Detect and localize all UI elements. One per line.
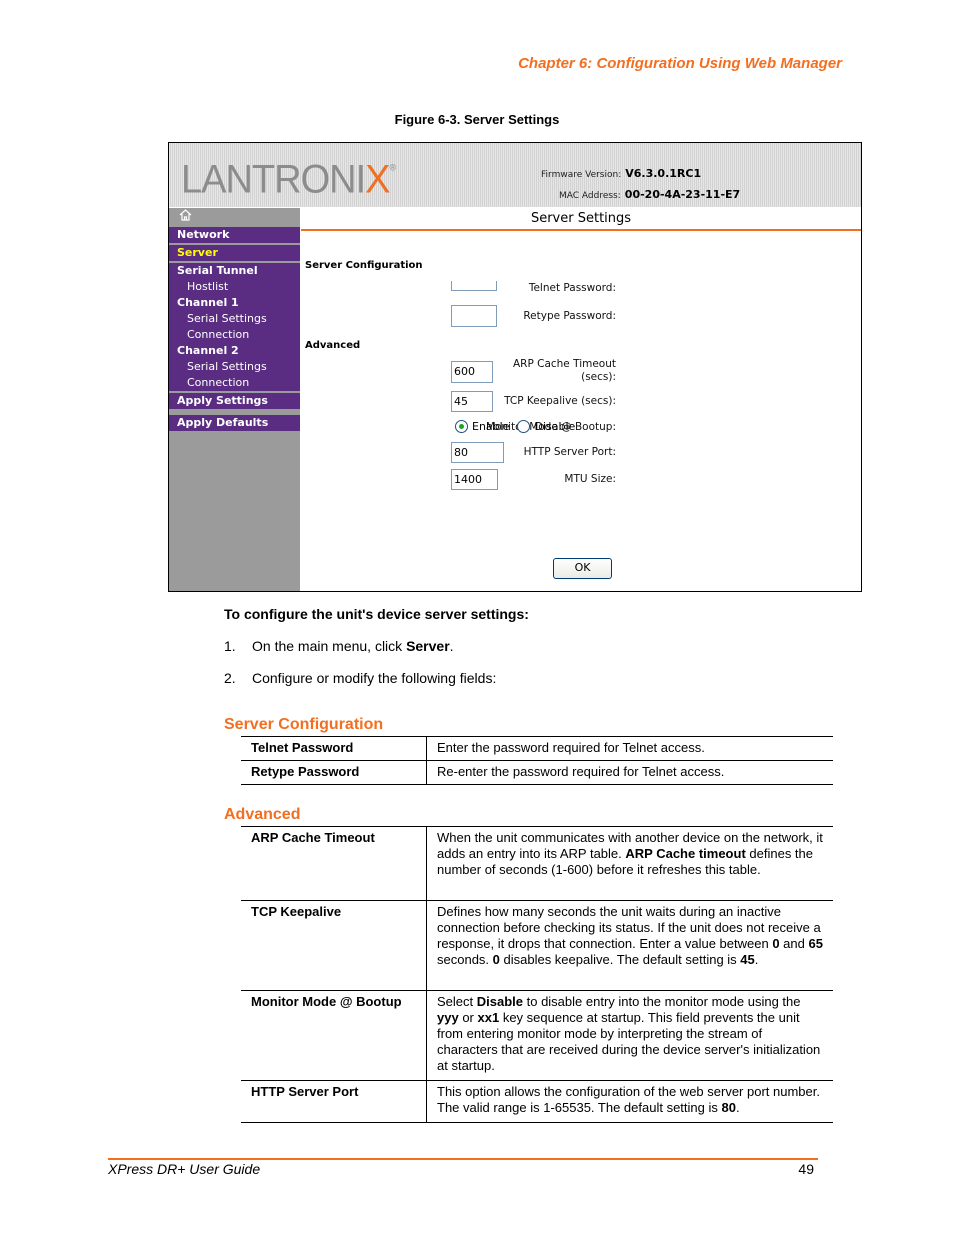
http-server-port-label: HTTP Server Port: xyxy=(523,446,616,458)
chapter-header: Chapter 6: Configuration Using Web Manag… xyxy=(518,55,842,72)
section-server-configuration: Server Configuration xyxy=(305,260,423,271)
server-configuration-heading: Server Configuration xyxy=(224,716,384,733)
field-name: TCP Keepalive xyxy=(241,900,427,991)
logo-text: LANTRONI xyxy=(181,157,366,203)
page-number: 49 xyxy=(798,1161,814,1177)
table-row: ARP Cache Timeout When the unit communic… xyxy=(241,826,833,901)
lantronix-logo: LANTRONIX® xyxy=(181,157,397,203)
nav-group-apply-defaults: Apply Defaults xyxy=(169,415,300,431)
step-2: 2. Configure or modify the following fiel… xyxy=(224,670,496,686)
footer-title: XPress DR+ User Guide xyxy=(108,1161,261,1177)
nav-serial-tunnel[interactable]: Serial Tunnel xyxy=(169,263,300,279)
firmware-value: V6.3.0.1RC1 xyxy=(625,167,702,180)
firmware-version: Firmware Version: V6.3.0.1RC1 xyxy=(541,167,701,180)
arp-cache-timeout-label: ARP Cache Timeout (secs): xyxy=(513,358,616,384)
retype-password-label: Retype Password: xyxy=(523,310,616,322)
main-panel: Server Settings Server Configuration Tel… xyxy=(301,208,861,591)
telnet-password-label: Telnet Password: xyxy=(528,282,616,294)
nav-ch2-serial-settings[interactable]: Serial Settings xyxy=(169,359,300,375)
step-1: 1. On the main menu, click Server. xyxy=(224,638,454,654)
telnet-password-input[interactable] xyxy=(451,281,497,291)
tcp-keepalive-label: TCP Keepalive (secs): xyxy=(504,395,616,407)
instructions-heading: To configure the unit's device server se… xyxy=(224,606,529,622)
web-manager-screenshot: LANTRONIX® Firmware Version: V6.3.0.1RC1 … xyxy=(168,142,862,592)
field-description: Re-enter the password required for Telne… xyxy=(426,760,833,785)
retype-password-input[interactable] xyxy=(451,305,497,327)
nav-ch2-connection[interactable]: Connection xyxy=(169,375,300,391)
ok-button[interactable]: OK xyxy=(553,558,612,579)
step-bold: Server xyxy=(406,638,450,654)
nav-group-channels: Serial Tunnel Hostlist Channel 1 Serial … xyxy=(169,263,300,391)
nav-channel-2[interactable]: Channel 2 xyxy=(169,343,300,359)
table-row: TCP Keepalive Defines how many seconds t… xyxy=(241,900,833,991)
field-description: Enter the password required for Telnet a… xyxy=(426,736,833,761)
arp-label-line2: (secs): xyxy=(581,371,616,383)
nav-ch1-serial-settings[interactable]: Serial Settings xyxy=(169,311,300,327)
nav-apply-settings[interactable]: Apply Settings xyxy=(169,393,300,409)
nav-server[interactable]: Server xyxy=(169,245,300,261)
nav-channel-1[interactable]: Channel 1 xyxy=(169,295,300,311)
enable-radio[interactable] xyxy=(455,420,468,433)
step-number: 1. xyxy=(224,638,236,654)
advanced-heading: Advanced xyxy=(224,806,301,823)
logo-x: X xyxy=(365,157,390,203)
page-title: Server Settings xyxy=(301,208,861,231)
table-row: Telnet Password Enter the password requir… xyxy=(241,736,833,761)
mac-value: 00-20-4A-23-11-E7 xyxy=(624,188,741,201)
http-server-port-input[interactable]: 80 xyxy=(451,442,504,463)
arp-label-line1: ARP Cache Timeout xyxy=(512,358,616,370)
nav-group-network: Network xyxy=(169,227,300,243)
nav-group-apply-settings: Apply Settings xyxy=(169,393,300,409)
step-text-after: . xyxy=(449,638,454,654)
table-row: Monitor Mode @ Bootup Select Disable to … xyxy=(241,990,833,1081)
field-description: Select Disable to disable entry into the… xyxy=(426,990,833,1081)
tcp-keepalive-input[interactable]: 45 xyxy=(451,391,493,412)
table-row: Retype Password Re-enter the password req… xyxy=(241,760,833,785)
table-row: HTTP Server Port This option allows the … xyxy=(241,1080,833,1123)
figure-caption: Figure 6-3. Server Settings xyxy=(394,112,560,127)
mac-address: MAC Address: 00-20-4A-23-11-E7 xyxy=(559,188,740,201)
footer-divider xyxy=(108,1158,818,1160)
mtu-size-label: MTU Size: xyxy=(564,473,616,485)
field-name: Retype Password xyxy=(241,760,427,785)
disable-radio[interactable] xyxy=(517,420,531,433)
field-description: This option allows the configuration of … xyxy=(426,1080,833,1123)
registered-mark: ® xyxy=(389,162,397,173)
field-name: ARP Cache Timeout xyxy=(241,826,427,901)
step-text: On the main menu, click xyxy=(252,638,407,654)
field-description: When the unit communicates with another … xyxy=(426,826,833,901)
step-number: 2. xyxy=(224,670,236,686)
mtu-size-input[interactable]: 1400 xyxy=(451,469,498,490)
arp-cache-timeout-input[interactable]: 600 xyxy=(451,361,493,383)
disable-radio-label[interactable]: Disable xyxy=(534,420,575,433)
nav-hostlist[interactable]: Hostlist xyxy=(169,279,300,295)
mac-label: MAC Address: xyxy=(559,191,621,201)
enable-radio-label[interactable]: Enable xyxy=(472,420,509,433)
home-button[interactable] xyxy=(169,208,300,227)
monitor-mode-radio-group: Enable Disable xyxy=(455,420,575,433)
sidebar: Network Server Serial Tunnel Hostlist Ch… xyxy=(169,208,300,591)
field-name: Telnet Password xyxy=(241,736,427,761)
field-name: HTTP Server Port xyxy=(241,1080,427,1123)
nav-apply-defaults[interactable]: Apply Defaults xyxy=(169,415,300,431)
nav-group-server: Server xyxy=(169,245,300,261)
advanced-table: ARP Cache Timeout When the unit communic… xyxy=(241,826,833,1123)
field-name: Monitor Mode @ Bootup xyxy=(241,990,427,1081)
nav-network[interactable]: Network xyxy=(169,227,300,243)
nav-ch1-connection[interactable]: Connection xyxy=(169,327,300,343)
home-icon xyxy=(179,209,192,221)
section-advanced: Advanced xyxy=(305,340,361,351)
field-description: Defines how many seconds the unit waits … xyxy=(426,900,833,991)
banner: LANTRONIX® Firmware Version: V6.3.0.1RC1 … xyxy=(169,143,861,207)
server-configuration-table: Telnet Password Enter the password requir… xyxy=(241,736,833,785)
firmware-label: Firmware Version: xyxy=(541,170,622,180)
step-text: Configure or modify the following fields… xyxy=(252,670,497,686)
